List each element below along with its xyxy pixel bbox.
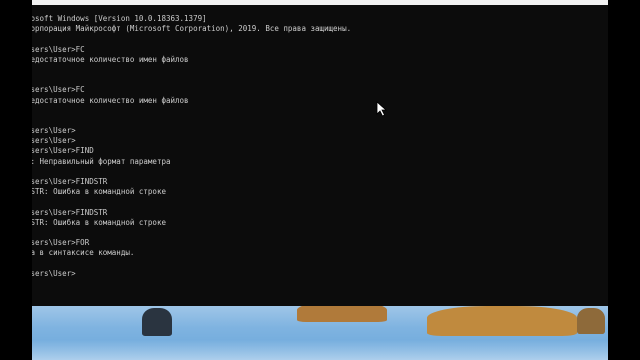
desktop-wallpaper [32, 306, 608, 360]
wallpaper-rock [427, 306, 577, 336]
console-line: ): Неправильный формат параметра [32, 156, 171, 166]
mouse-pointer-icon [376, 101, 388, 117]
console-line: Users\User>FC [32, 44, 85, 54]
command-prompt-window[interactable]: rosoft Windows [Version 10.0.18363.1379]… [32, 5, 608, 306]
left-letterbox [0, 0, 32, 360]
console-line: Users\User>FIND [32, 146, 94, 156]
console-line: Users\User> [32, 268, 76, 278]
console-line: Недостаточное количество имен файлов [32, 54, 189, 64]
wallpaper-rock [142, 308, 172, 336]
console-line: Users\User>FC [32, 85, 85, 95]
console-line: Users\User> [32, 136, 76, 146]
console-line: DSTR: Ошибка в командной строке [32, 217, 166, 227]
wallpaper-water [32, 340, 608, 360]
console-line: Корпорация Майкрософт (Microsoft Corpora… [32, 24, 352, 34]
console-line: Users\User>FOR [32, 238, 90, 248]
wallpaper-rock [577, 308, 605, 334]
console-line: Недостаточное количество имен файлов [32, 95, 189, 105]
right-letterbox [608, 0, 640, 360]
wallpaper-rock [297, 306, 387, 322]
console-line: DSTR: Ошибка в командной строке [32, 187, 166, 197]
console-line: Users\User>FINDSTR [32, 177, 108, 186]
screen: rosoft Windows [Version 10.0.18363.1379]… [0, 0, 640, 360]
console-line: rosoft Windows [Version 10.0.18363.1379] [32, 14, 207, 23]
console-line: Users\User> [32, 126, 76, 136]
console-output[interactable]: rosoft Windows [Version 10.0.18363.1379]… [32, 14, 351, 279]
console-line: ка в синтаксисе команды. [32, 248, 135, 258]
console-line: Users\User>FINDSTR [32, 207, 108, 217]
